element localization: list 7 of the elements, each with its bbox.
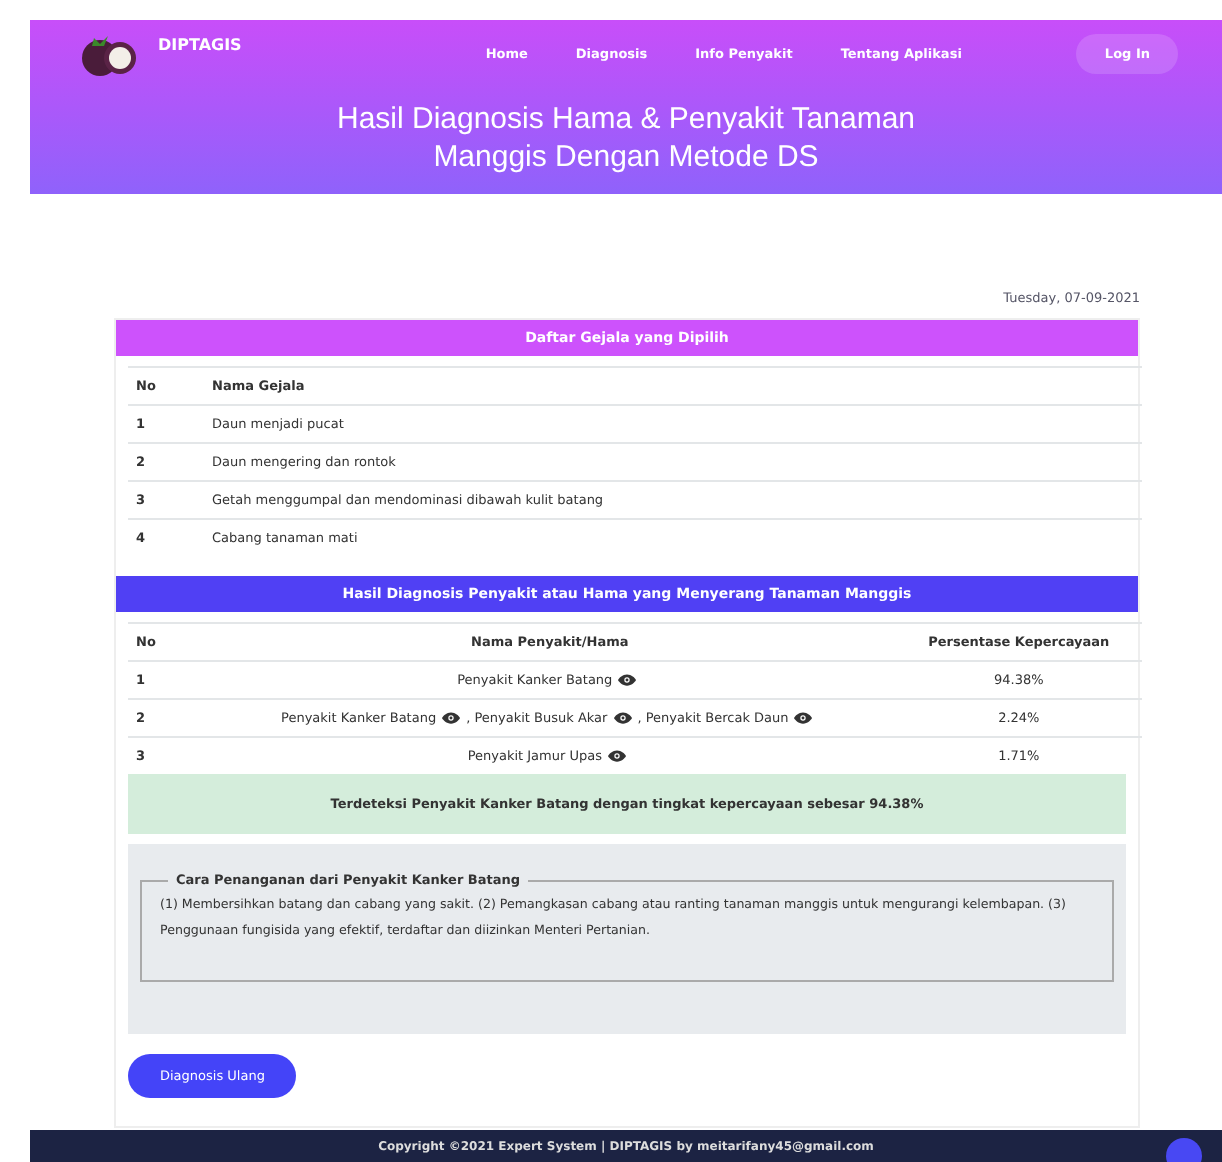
brand-name: DIPTAGIS: [158, 35, 242, 53]
eye-icon[interactable]: [442, 712, 461, 725]
eye-icon[interactable]: [794, 712, 813, 725]
eye-icon[interactable]: [607, 750, 626, 763]
eye-icon[interactable]: [618, 674, 637, 687]
eye-icon[interactable]: [613, 712, 632, 725]
page-title: Hasil Diagnosis Hama & Penyakit Tanaman Manggis Dengan Metode DS: [334, 100, 918, 176]
